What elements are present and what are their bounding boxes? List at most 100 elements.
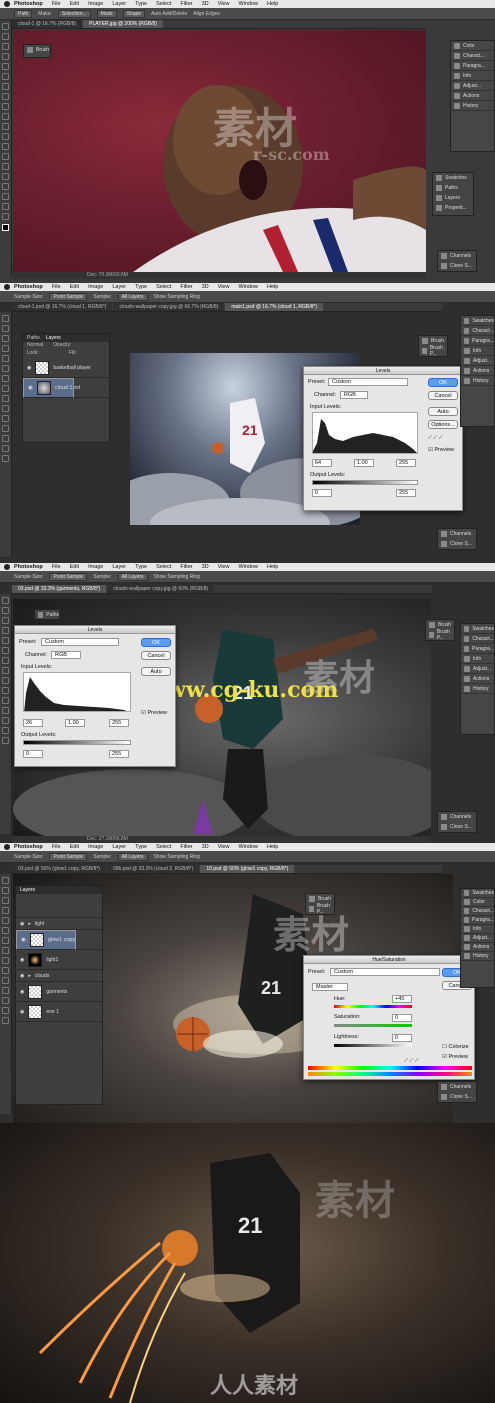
pen-tool-icon[interactable] bbox=[2, 987, 9, 994]
dock-adjustments[interactable]: Adjust... bbox=[461, 664, 494, 674]
menu-help[interactable]: Help bbox=[267, 844, 278, 850]
dock-history[interactable]: History bbox=[451, 101, 494, 111]
auto-add-delete-checkbox[interactable]: Auto Add/Delete bbox=[151, 11, 187, 17]
tab-layers[interactable]: Layers bbox=[46, 334, 61, 342]
pen-tool-icon[interactable] bbox=[2, 425, 9, 432]
output-black-field[interactable]: 0 bbox=[23, 750, 43, 758]
dock-swatches[interactable]: Swatches bbox=[461, 624, 494, 634]
sample-select[interactable]: All Layers bbox=[117, 292, 148, 301]
move-tool-icon[interactable] bbox=[2, 315, 9, 322]
tab-09b[interactable]: 09b.psd @ 33.3% (cloud 2, RGB/8*) bbox=[106, 865, 200, 873]
sampling-ring-checkbox[interactable]: Show Sampling Ring bbox=[154, 294, 200, 300]
hand-tool-icon[interactable] bbox=[2, 1007, 9, 1014]
healing-tool-icon[interactable] bbox=[2, 375, 9, 382]
pen-tool-icon[interactable] bbox=[2, 707, 9, 714]
menu-select[interactable]: Select bbox=[156, 284, 171, 290]
menu-view[interactable]: View bbox=[218, 564, 230, 570]
type-tool-icon[interactable] bbox=[2, 435, 9, 442]
sample-size-select[interactable]: Point Sample bbox=[49, 292, 88, 301]
menu-file[interactable]: File bbox=[52, 284, 61, 290]
apple-icon[interactable] bbox=[4, 1, 10, 7]
brush-presets-item[interactable]: Brush P... bbox=[306, 903, 334, 915]
menu-image[interactable]: Image bbox=[88, 284, 103, 290]
channel-select[interactable]: RGB bbox=[51, 651, 81, 659]
dock-swatches[interactable]: Swatches bbox=[461, 316, 494, 326]
preset-select[interactable]: Custom bbox=[41, 638, 119, 646]
type-tool-icon[interactable] bbox=[2, 717, 9, 724]
menu-help[interactable]: Help bbox=[267, 1, 278, 7]
dock-info[interactable]: Info bbox=[461, 654, 494, 664]
colorize-checkbox[interactable]: ☐ Colorize bbox=[442, 1044, 469, 1050]
output-black-field[interactable]: 0 bbox=[312, 489, 332, 497]
sampling-ring-checkbox[interactable]: Show Sampling Ring bbox=[154, 574, 200, 580]
menu-layer[interactable]: Layer bbox=[112, 284, 126, 290]
paths-item[interactable]: Paths bbox=[35, 610, 59, 620]
marquee-tool-icon[interactable] bbox=[2, 325, 9, 332]
type-tool-icon[interactable] bbox=[2, 173, 9, 180]
menu-filter[interactable]: Filter bbox=[180, 1, 192, 7]
menu-select[interactable]: Select bbox=[156, 844, 171, 850]
align-edges-checkbox[interactable]: Align Edges bbox=[193, 11, 220, 17]
menu-type[interactable]: Type bbox=[135, 1, 147, 7]
lightness-field[interactable]: 0 bbox=[392, 1034, 412, 1042]
channel-select[interactable]: RGB bbox=[340, 391, 368, 399]
auto-button[interactable]: Auto bbox=[428, 407, 458, 416]
dock-adjustments[interactable]: Adjust... bbox=[451, 81, 494, 91]
menu-filter[interactable]: Filter bbox=[180, 564, 192, 570]
clone-tool-icon[interactable] bbox=[2, 957, 9, 964]
dock-actions[interactable]: Actions bbox=[461, 943, 494, 952]
healing-tool-icon[interactable] bbox=[2, 657, 9, 664]
clone-tool-icon[interactable] bbox=[2, 395, 9, 402]
eye-icon[interactable]: ◉ bbox=[20, 989, 24, 995]
dock-info[interactable]: Info bbox=[461, 346, 494, 356]
lightness-slider[interactable] bbox=[334, 1044, 412, 1047]
dock-paragraph[interactable]: Paragra... bbox=[461, 336, 494, 346]
sample-select[interactable]: All Layers bbox=[117, 572, 148, 581]
channel-select[interactable]: Master bbox=[312, 983, 348, 991]
foreground-color-swatch[interactable] bbox=[2, 224, 9, 231]
crop-tool-icon[interactable] bbox=[2, 637, 9, 644]
dock-character[interactable]: Charact... bbox=[451, 51, 494, 61]
crop-tool-icon[interactable] bbox=[2, 63, 9, 70]
menu-3d[interactable]: 3D bbox=[202, 284, 209, 290]
menu-image[interactable]: Image bbox=[88, 564, 103, 570]
preview-checkbox[interactable]: ☑ Preview bbox=[428, 447, 454, 453]
eye-icon[interactable]: ◉ bbox=[20, 921, 24, 927]
sample-select[interactable]: All Layers bbox=[117, 852, 148, 861]
sampling-ring-checkbox[interactable]: Show Sampling Ring bbox=[154, 854, 200, 860]
menu-select[interactable]: Select bbox=[156, 564, 171, 570]
clone-tool-icon[interactable] bbox=[2, 677, 9, 684]
hand-tool-icon[interactable] bbox=[2, 203, 9, 210]
menu-image[interactable]: Image bbox=[88, 844, 103, 850]
cancel-button[interactable]: Cancel bbox=[141, 651, 171, 660]
mask-button[interactable]: Mask bbox=[96, 9, 117, 18]
eyedropper-tool-icon[interactable] bbox=[2, 365, 9, 372]
menu-view[interactable]: View bbox=[218, 844, 230, 850]
dock-swatches[interactable]: Swatches bbox=[461, 889, 494, 898]
tab-10[interactable]: 10.psd @ 50% (glow1 copy, RGB/8*) bbox=[200, 865, 295, 873]
float-channels[interactable]: Channels bbox=[438, 812, 476, 822]
float-swatches[interactable]: Swatches bbox=[433, 173, 473, 183]
eyedropper-icons[interactable]: ⟋ ⟋ ⟋ bbox=[404, 1058, 419, 1065]
lasso-tool-icon[interactable] bbox=[2, 335, 9, 342]
tab-03[interactable]: 03.psd @ 50% (glow1 copy, RGB/8*) bbox=[12, 865, 106, 873]
menu-type[interactable]: Type bbox=[135, 284, 147, 290]
menu-file[interactable]: File bbox=[52, 564, 61, 570]
layer-group-row[interactable]: ◉ ▸ light bbox=[16, 918, 102, 930]
menu-help[interactable]: Help bbox=[267, 284, 278, 290]
eye-icon[interactable]: ◉ bbox=[20, 957, 24, 963]
tab-cloud-1[interactable]: cloud-1 @ 16.7% (RGB/8) bbox=[12, 20, 83, 28]
dock-paragraph[interactable]: Paragra... bbox=[461, 916, 494, 925]
auto-button[interactable]: Auto bbox=[141, 667, 171, 676]
input-gamma-field[interactable]: 1.00 bbox=[65, 719, 85, 727]
dock-character[interactable]: Charact... bbox=[461, 634, 494, 644]
tab-layers[interactable]: Layers bbox=[20, 886, 35, 894]
eyedropper-icons[interactable]: ⟋ ⟋ ⟋ bbox=[428, 435, 443, 442]
zoom-tool-icon[interactable] bbox=[2, 455, 9, 462]
preview-checkbox[interactable]: ☑ Preview bbox=[141, 710, 167, 716]
apple-icon[interactable] bbox=[4, 844, 10, 850]
menu-window[interactable]: Window bbox=[238, 1, 258, 7]
options-button[interactable]: Options... bbox=[428, 420, 458, 429]
cancel-button[interactable]: Cancel bbox=[428, 391, 458, 400]
eyedropper-tool-icon[interactable] bbox=[2, 927, 9, 934]
